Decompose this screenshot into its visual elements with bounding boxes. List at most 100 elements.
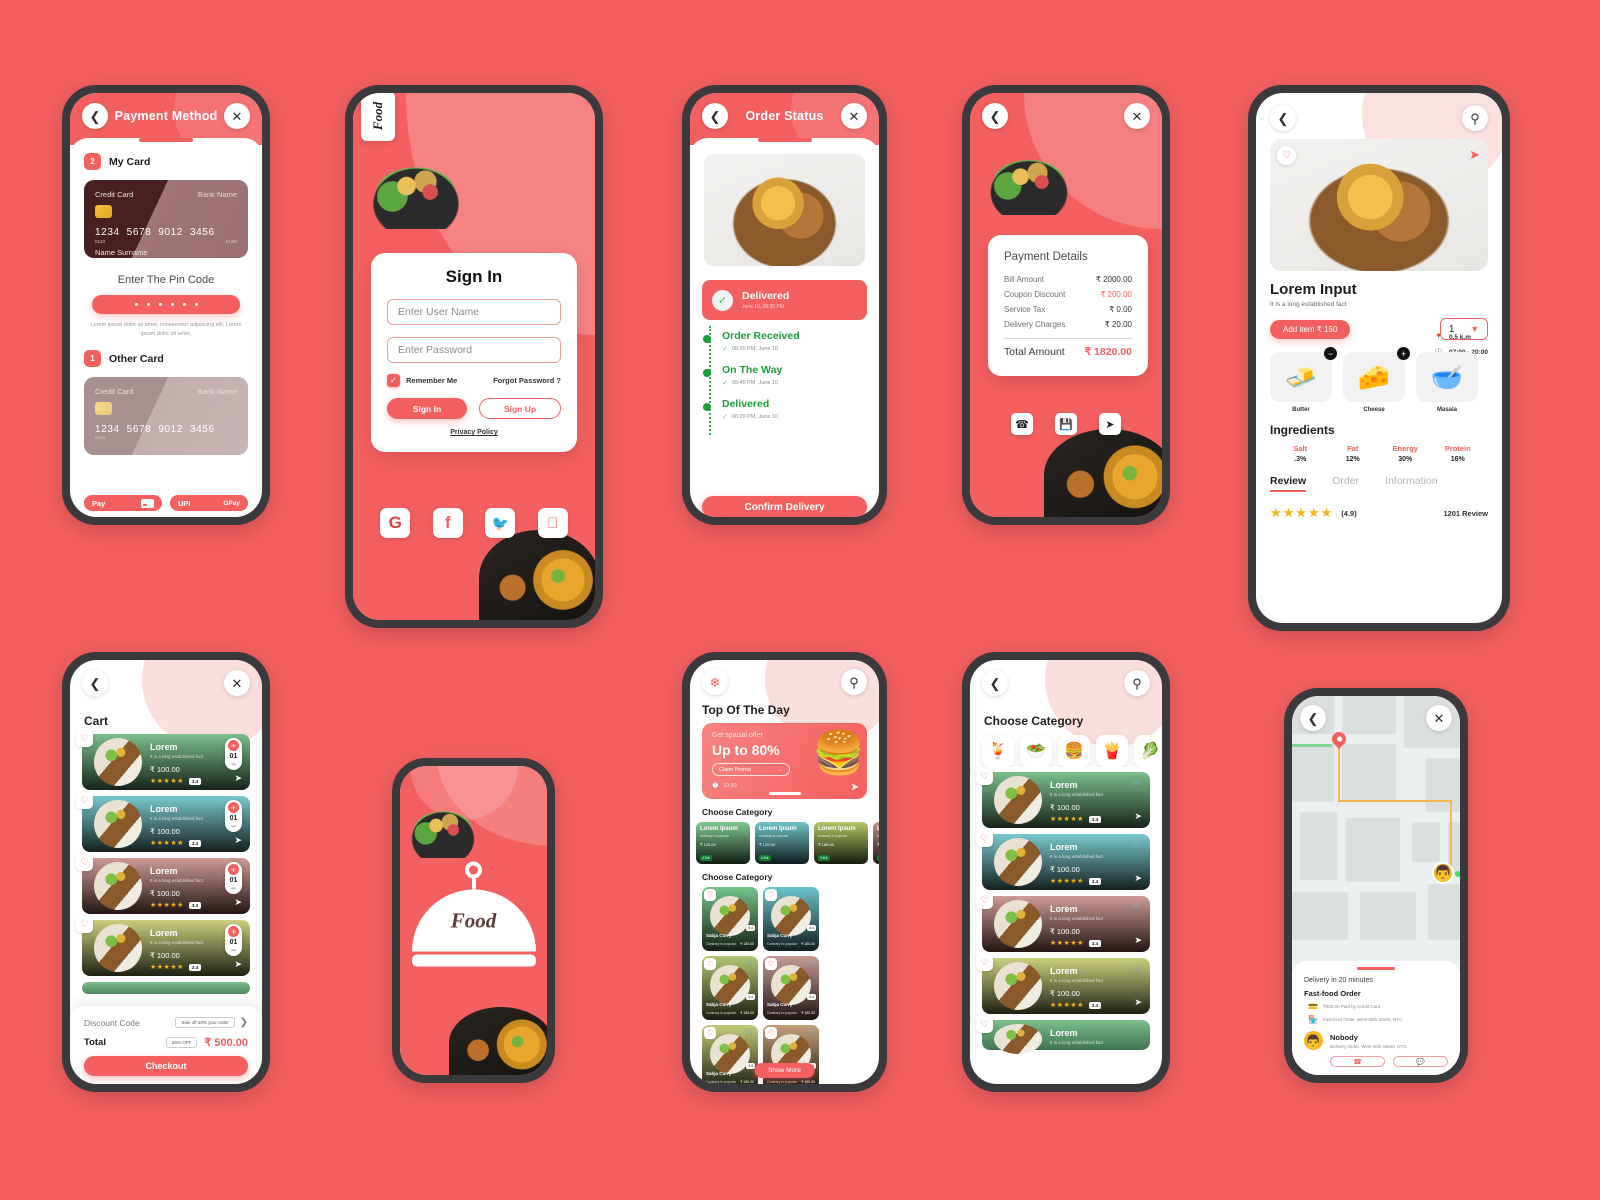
cart-icon[interactable]: 🛒 [807,959,816,967]
cart-icon[interactable]: 🛒 [746,1028,755,1036]
combo-category-icon[interactable]: 🍟 [1096,735,1128,767]
username-input[interactable]: Enter User Name [387,299,561,325]
drink-category-icon[interactable]: 🍹 [982,735,1014,767]
cart-icon[interactable]: 🛒 [1132,840,1142,849]
quantity-stepper[interactable]: + 01 − [225,800,242,832]
favorite-icon[interactable]: ♡ [704,958,716,970]
decrement-button[interactable]: − [231,946,236,955]
upi-button[interactable]: UPI GPay [170,495,248,511]
favorite-icon[interactable]: ♡ [976,954,993,971]
decrement-button[interactable]: − [231,822,236,831]
show-more-button[interactable]: Show More [754,1063,815,1078]
whatsapp-icon[interactable]: ☎ [1011,413,1033,435]
close-icon[interactable]: ✕ [1426,705,1452,731]
quantity-stepper[interactable]: + 01 − [225,924,242,956]
other-credit-card[interactable]: Credit Card Bank Name 1234 5678 9012 345… [84,377,248,456]
call-button[interactable]: ☎ [1330,1056,1385,1067]
back-icon[interactable]: ❮ [1300,705,1326,731]
favorite-icon[interactable]: ♡ [765,889,777,901]
list-item[interactable]: ♡ Lorem It is a long established fact ₹ … [976,892,1150,952]
add-item-button[interactable]: Add item ₹ 150 [1270,319,1351,339]
share-icon[interactable]: ➤ [1134,873,1142,884]
strip-card[interactable]: Lorem Ipsum contrary to popular ₹ 185.00… [814,822,868,864]
google-icon[interactable]: G [380,508,411,538]
cart-icon[interactable]: 🛒 [1132,778,1142,787]
favorite-icon[interactable]: ♡ [704,889,716,901]
cart-item[interactable]: ♡ Lorem It is a long established fact ₹ … [76,916,250,976]
checkout-button[interactable]: Checkout [84,1056,248,1076]
password-input[interactable]: Enter Password [387,337,561,363]
category-tiles[interactable]: 🍹 🥗 🍔 🍟 🥬 [970,728,1162,767]
addon-item[interactable]: + 🧀 Cheese [1343,347,1410,413]
close-icon[interactable]: ✕ [841,103,867,129]
cart-icon[interactable]: 🛒 [746,959,755,967]
grid-card[interactable]: ♡🛒 4.4 Sabja Curry Contrary to popular ₹… [702,1025,758,1084]
tab-order[interactable]: Order [1332,475,1359,492]
chat-button[interactable]: 💬 [1393,1056,1448,1067]
carousel-indicator[interactable] [768,792,801,795]
share-icon[interactable]: ➤ [1134,811,1142,822]
tab-review[interactable]: Review [1270,475,1307,492]
apple-icon[interactable]:  [537,508,568,538]
sheet-grabber[interactable] [1357,967,1395,970]
favorite-icon[interactable]: ♡ [76,792,93,809]
grid-card[interactable]: ♡🛒 4.4 Sabja Curry Contrary to popular ₹… [763,887,819,951]
sign-in-button[interactable]: Sign In [387,398,467,419]
back-icon[interactable]: ❮ [982,670,1008,696]
strip-card[interactable]: Lorem Ipsum contrary to popular ₹ 120.00… [696,822,750,864]
close-icon[interactable]: ✕ [224,103,250,129]
back-icon[interactable]: ❮ [982,103,1008,129]
share-icon[interactable]: ➤ [1134,935,1142,946]
favorite-icon[interactable]: ♡ [765,1027,777,1039]
favorite-icon[interactable]: ♡ [976,1016,993,1033]
list-item[interactable]: ♡ Lorem It is a long established fact [976,1016,1150,1054]
increment-button[interactable]: + [228,926,239,937]
favorite-icon[interactable]: ♡ [76,730,93,747]
favorite-icon[interactable]: ♡ [976,892,993,909]
search-icon[interactable]: ⚲ [1462,105,1488,131]
decrement-button[interactable]: − [231,760,236,769]
close-icon[interactable]: ✕ [224,670,250,696]
facebook-icon[interactable]: f [432,508,463,538]
share-icon[interactable]: ➤ [1469,147,1480,163]
flower-menu-icon[interactable]: ❄ [702,669,728,695]
close-icon[interactable]: ✕ [1124,103,1150,129]
favorite-icon[interactable]: ♡ [976,768,993,785]
pay-button[interactable]: Pay [84,495,162,511]
share-icon[interactable]: ➤ [1099,413,1121,435]
quantity-stepper[interactable]: + 01 − [225,862,242,894]
chevron-right-icon[interactable]: ❯ [240,1017,248,1028]
quantity-stepper[interactable]: + 01 − [225,738,242,770]
increment-button[interactable]: + [228,864,239,875]
addon-item[interactable]: 🥣 Masala [1416,352,1478,413]
favorite-icon[interactable]: ♡ [76,916,93,933]
promo-banner[interactable]: Get spacial offer Up to 80% Claim Promo →… [702,723,867,799]
decrement-button[interactable]: − [231,884,236,893]
forgot-password-link[interactable]: Forgot Password ? [493,376,561,385]
increment-button[interactable]: + [228,740,239,751]
claim-promo-button[interactable]: Claim Promo → [712,763,790,776]
cart-icon[interactable]: 🛒 [746,890,755,898]
share-icon[interactable]: ➤ [234,773,242,784]
favorite-icon[interactable]: ♡ [765,958,777,970]
plus-icon[interactable]: + [1397,347,1410,360]
favorite-icon[interactable]: ♡ [1277,146,1296,165]
cart-item[interactable]: ♡ Lorem It is a long established fact ₹ … [76,792,250,852]
tab-information[interactable]: Information [1385,475,1438,492]
increment-button[interactable]: + [228,802,239,813]
category-strip[interactable]: Lorem Ipsum contrary to popular ₹ 120.00… [690,817,879,864]
share-icon[interactable]: ➤ [234,959,242,970]
grid-card[interactable]: ♡🛒 4.4 Sabja Curry Contrary to popular ₹… [702,887,758,951]
cart-icon[interactable]: 🛒 [1132,964,1142,973]
favorite-icon[interactable]: ♡ [976,830,993,847]
share-icon[interactable]: ➤ [234,835,242,846]
back-icon[interactable]: ❮ [1270,105,1296,131]
pin-input[interactable] [92,295,240,314]
salad-category-icon[interactable]: 🥬 [1134,735,1162,767]
sign-up-button[interactable]: Sign Up [479,398,561,419]
strip-card[interactable]: Lorem Ipsum contrary to popular ₹ 120.00… [755,822,809,864]
credit-card[interactable]: Credit Card Bank Name 1234 5678 9012 345… [84,180,248,258]
list-item[interactable]: ♡ Lorem It is a long established fact ₹ … [976,830,1150,890]
courier-avatar[interactable]: 👨 [1432,862,1454,884]
search-icon[interactable]: ⚲ [841,669,867,695]
